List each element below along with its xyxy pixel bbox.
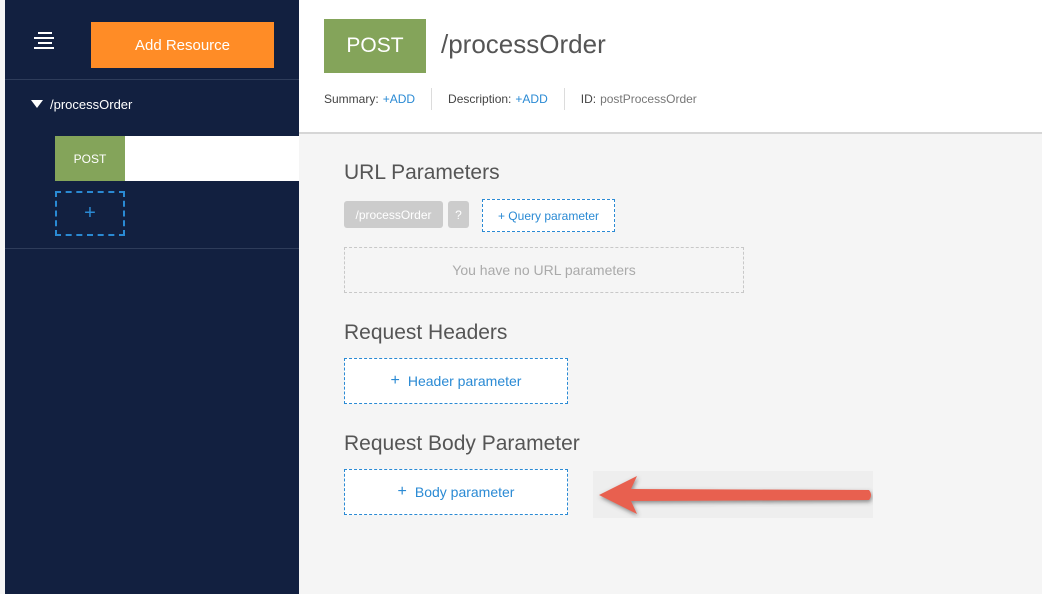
sidebar-method-post[interactable]: POST — [55, 136, 299, 181]
meta-divider — [563, 88, 565, 110]
sidebar-item-processorder[interactable]: /processOrder — [31, 94, 132, 114]
url-parameters-title: URL Parameters — [344, 161, 500, 184]
caret-down-icon[interactable] — [31, 100, 43, 108]
plus-icon: + — [390, 372, 400, 389]
id-label: ID: — [580, 92, 597, 106]
meta-divider — [431, 88, 433, 110]
resource-path-label: /processOrder — [50, 96, 133, 112]
summary-field: Summary: +ADD — [324, 92, 415, 106]
body-parameter-label: Body parameter — [414, 484, 515, 500]
menu-icon[interactable] — [34, 32, 56, 50]
annotation-arrow — [593, 471, 873, 518]
add-body-parameter-button[interactable]: + Body parameter — [344, 469, 568, 515]
add-header-parameter-button[interactable]: + Header parameter — [344, 358, 568, 404]
sidebar-divider — [5, 248, 299, 249]
method-badge: POST — [55, 136, 125, 181]
page-title: /processOrder — [441, 29, 606, 59]
url-parameters-empty-state: You have no URL parameters — [344, 247, 744, 293]
add-query-parameter-button[interactable]: + Query parameter — [482, 199, 615, 232]
method-badge-large: POST — [324, 19, 426, 73]
plus-icon: + — [397, 483, 407, 500]
method-header: POST /processOrder Summary: +ADD Descrip… — [299, 0, 1042, 134]
plus-icon: + — [84, 202, 96, 224]
add-method-button[interactable]: + — [55, 191, 125, 236]
request-body-title: Request Body Parameter — [344, 432, 580, 455]
summary-add-link[interactable]: +ADD — [383, 92, 415, 106]
summary-label: Summary: — [324, 92, 379, 106]
description-label: Description: — [448, 92, 512, 106]
sidebar-divider — [5, 79, 299, 80]
description-field: Description: +ADD — [448, 92, 548, 106]
id-value[interactable]: postProcessOrder — [600, 92, 697, 106]
add-resource-button[interactable]: Add Resource — [91, 22, 274, 68]
path-segment-pill: /processOrder — [344, 201, 443, 228]
id-field: ID: postProcessOrder — [581, 92, 697, 106]
method-meta: Summary: +ADD Description: +ADD ID: post… — [324, 88, 697, 110]
header-parameter-label: Header parameter — [407, 373, 522, 389]
query-separator-pill: ? — [448, 201, 469, 228]
arrow-left-icon — [599, 476, 871, 514]
sidebar: Add Resource /processOrder POST + — [5, 0, 299, 594]
request-headers-title: Request Headers — [344, 321, 508, 344]
description-add-link[interactable]: +ADD — [515, 92, 547, 106]
